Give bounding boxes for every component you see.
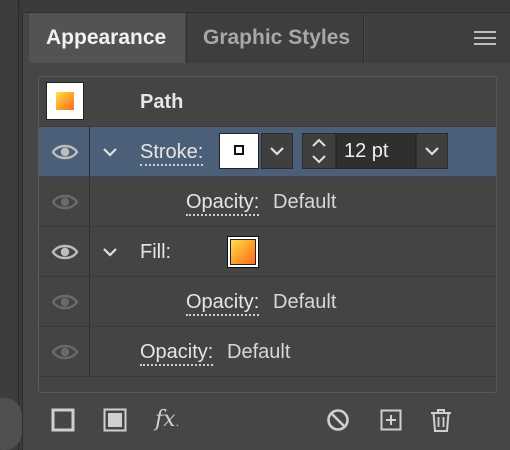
eye-visibility-icon[interactable] [51,291,79,313]
path-thumbnail [46,82,84,120]
delete-item-icon[interactable] [428,407,454,433]
row-divider [89,277,90,326]
eye-visibility-icon[interactable] [51,341,79,363]
row-divider [89,127,90,176]
add-new-effect-icon[interactable]: fx. [155,407,189,433]
fill-color-swatch[interactable] [227,236,259,268]
stroke-opacity-label[interactable]: Opacity: [186,191,260,216]
stroke-weight-field[interactable]: 12 pt [336,133,416,169]
chevron-down-icon [270,147,284,156]
tab-graphic-styles[interactable]: Graphic Styles [186,13,364,63]
workspace-gutter [0,0,19,450]
stroke-color-swatch[interactable] [219,133,259,169]
stroke-row[interactable]: Stroke: 12 pt [39,127,496,177]
stroke-label[interactable]: Stroke: [140,141,204,166]
stroke-opacity-row[interactable]: Opacity: Default [39,177,496,227]
eye-visibility-icon[interactable] [51,241,79,263]
panel-drag-bar[interactable] [22,0,510,13]
add-new-fill-icon[interactable] [102,407,128,433]
object-opacity-row[interactable]: Opacity: Default [39,327,496,377]
path-header-row[interactable]: Path [39,77,496,127]
fill-row[interactable]: Fill: [39,227,496,277]
stroke-opacity-value: Default [273,191,337,213]
fx-label: fx [155,407,176,432]
eye-visibility-icon[interactable] [51,191,79,213]
chevron-down-icon [425,147,439,156]
object-opacity-value: Default [227,341,291,363]
eye-visibility-icon[interactable] [51,141,79,163]
path-label: Path [140,91,184,113]
add-new-stroke-icon[interactable] [50,407,76,433]
stroke-weight-dropdown[interactable] [416,133,448,169]
duplicate-item-icon[interactable] [378,407,404,433]
fill-opacity-value: Default [273,291,337,313]
chevron-down-icon[interactable] [101,243,119,261]
fx-dropdown-dot: . [175,415,179,429]
clear-appearance-icon[interactable] [325,407,351,433]
fill-opacity-row[interactable]: Opacity: Default [39,277,496,327]
row-divider [89,177,90,226]
chevron-down-icon[interactable] [101,143,119,161]
tab-appearance[interactable]: Appearance [29,13,185,63]
stroke-color-dropdown[interactable] [261,133,293,169]
row-divider [89,327,90,376]
appearance-list: Path Stroke: 12 pt Opacity: Default Fill… [38,76,497,393]
up-down-arrows-icon [312,138,326,164]
fill-opacity-label[interactable]: Opacity: [186,291,260,316]
stroke-weight-stepper[interactable] [302,133,336,169]
row-divider [89,227,90,276]
object-opacity-label[interactable]: Opacity: [140,341,214,366]
hamburger-menu-icon[interactable] [474,29,496,47]
scroll-knob[interactable] [0,398,22,450]
fill-label[interactable]: Fill: [140,241,171,263]
